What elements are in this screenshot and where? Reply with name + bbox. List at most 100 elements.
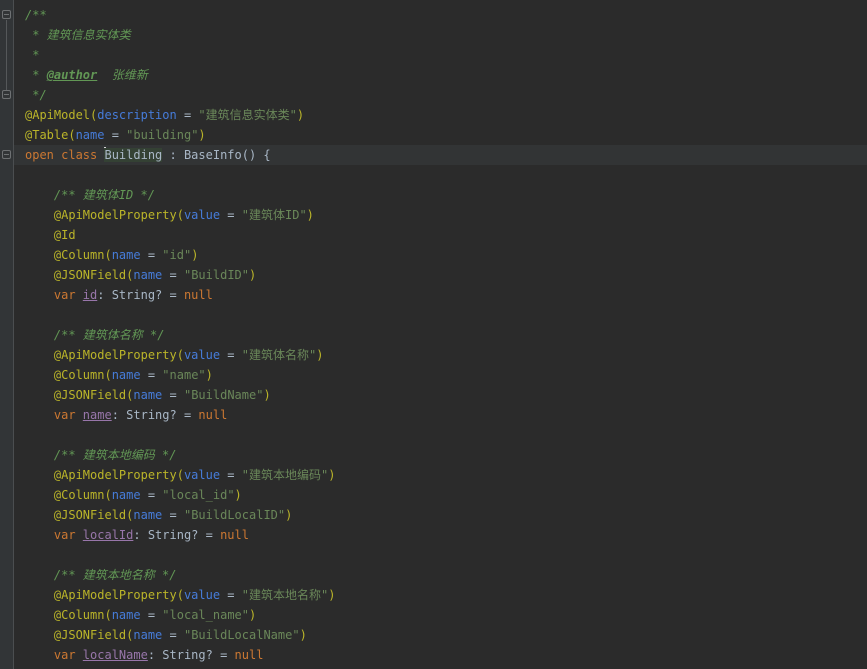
code-line[interactable]: var id: String? = null xyxy=(14,285,867,305)
code-line[interactable] xyxy=(14,305,867,325)
code-line[interactable]: @Table(name = "building") xyxy=(14,125,867,145)
code-line[interactable]: /** 建筑体ID */ xyxy=(14,185,867,205)
code-line[interactable]: @Column(name = "local_name") xyxy=(14,605,867,625)
code-token-plain: = xyxy=(162,268,184,282)
code-token-ann: ) xyxy=(206,368,213,382)
code-line[interactable]: var localName: String? = null xyxy=(14,645,867,665)
code-token-named: name xyxy=(112,248,141,262)
code-line[interactable]: @JSONField(name = "BuildLocalID") xyxy=(14,505,867,525)
code-line[interactable]: @Column(name = "id") xyxy=(14,245,867,265)
code-token-named: name xyxy=(133,508,162,522)
code-line[interactable]: /** 建筑本地编码 */ xyxy=(14,445,867,465)
code-token-named: name xyxy=(112,608,141,622)
fold-region-end-icon[interactable] xyxy=(2,90,11,99)
code-token-kw: null xyxy=(220,528,249,542)
code-token-kw: var xyxy=(25,288,83,302)
code-token-ann: @ApiModelProperty( xyxy=(25,208,184,222)
code-line[interactable]: @JSONField(name = "BuildLocalName") xyxy=(14,625,867,645)
code-line[interactable]: @ApiModelProperty(value = "建筑体名称") xyxy=(14,345,867,365)
code-token-kw: open class xyxy=(25,148,104,162)
code-token-cmt: /** 建筑本地编码 */ xyxy=(25,448,176,462)
code-token-ann: @Column( xyxy=(25,608,112,622)
code-token-cmt: */ xyxy=(25,88,47,102)
code-token-cmt: * 建筑信息实体类 xyxy=(25,28,131,42)
code-token-prop: localName xyxy=(83,648,148,662)
code-line[interactable]: /** 建筑本地名称 */ xyxy=(14,565,867,585)
code-line[interactable] xyxy=(14,165,867,185)
code-line[interactable]: /** 建筑体名称 */ xyxy=(14,325,867,345)
code-line[interactable]: var name: String? = null xyxy=(14,405,867,425)
code-token-ann: @Column( xyxy=(25,248,112,262)
code-token-ann: ) xyxy=(328,468,335,482)
code-token-named: name xyxy=(112,488,141,502)
code-token-kw: var xyxy=(25,528,83,542)
code-line[interactable]: @ApiModelProperty(value = "建筑本地名称") xyxy=(14,585,867,605)
code-line[interactable]: * 建筑信息实体类 xyxy=(14,25,867,45)
code-line[interactable]: */ xyxy=(14,85,867,105)
code-token-plain: : String? = xyxy=(148,648,235,662)
code-token-cmt: /** 建筑体名称 */ xyxy=(25,328,164,342)
code-token-ann: @ApiModel( xyxy=(25,108,97,122)
code-token-plain: = xyxy=(162,388,184,402)
code-token-named: value xyxy=(184,348,220,362)
code-token-kw: var xyxy=(25,408,83,422)
fold-collapse-icon[interactable] xyxy=(2,10,11,19)
code-token-named: name xyxy=(112,368,141,382)
code-line[interactable]: @Id xyxy=(14,225,867,245)
code-line[interactable] xyxy=(14,545,867,565)
code-token-named: name xyxy=(133,268,162,282)
code-line[interactable]: @ApiModelProperty(value = "建筑体ID") xyxy=(14,205,867,225)
code-token-ann: ) xyxy=(307,208,314,222)
code-line[interactable]: @Column(name = "name") xyxy=(14,365,867,385)
code-token-kw: null xyxy=(198,408,227,422)
code-token-cmt: /** 建筑本地名称 */ xyxy=(25,568,176,582)
code-token-ann: ) xyxy=(316,348,323,362)
code-token-str: "name" xyxy=(162,368,205,382)
code-token-str: "建筑本地编码" xyxy=(242,468,328,482)
code-token-cmt: /** xyxy=(25,8,47,22)
code-token-ann: @Id xyxy=(25,228,76,242)
code-token-plain: = xyxy=(141,488,163,502)
code-token-ann: @JSONField( xyxy=(25,268,133,282)
code-token-ann: @ApiModelProperty( xyxy=(25,468,184,482)
code-token-doctag: @author xyxy=(47,68,98,82)
code-token-prop: id xyxy=(83,288,97,302)
code-line[interactable]: @ApiModelProperty(value = "建筑本地编码") xyxy=(14,465,867,485)
fold-connector-line xyxy=(6,20,7,90)
code-token-str: "BuildLocalName" xyxy=(184,628,300,642)
code-token-hl: Building xyxy=(104,148,162,162)
code-token-str: "建筑本地名称" xyxy=(242,588,328,602)
code-token-cmt: * xyxy=(25,68,47,82)
code-token-plain: : String? = xyxy=(133,528,220,542)
code-token-plain: : BaseInfo() { xyxy=(162,148,270,162)
code-token-str: "建筑信息实体类" xyxy=(198,108,296,122)
code-line[interactable]: * xyxy=(14,45,867,65)
code-token-ann: @JSONField( xyxy=(25,628,133,642)
code-line[interactable]: * @author 张维新 xyxy=(14,65,867,85)
code-line[interactable]: var localId: String? = null xyxy=(14,525,867,545)
code-token-ann: @JSONField( xyxy=(25,388,133,402)
code-token-ann: @JSONField( xyxy=(25,508,133,522)
code-line[interactable]: @JSONField(name = "BuildName") xyxy=(14,385,867,405)
code-token-ann: ) xyxy=(191,248,198,262)
code-line[interactable] xyxy=(14,425,867,445)
code-line[interactable]: @JSONField(name = "BuildID") xyxy=(14,265,867,285)
code-line-active[interactable]: open class Building : BaseInfo() { xyxy=(14,145,867,165)
code-token-ann: ) xyxy=(198,128,205,142)
code-line[interactable]: @ApiModel(description = "建筑信息实体类") xyxy=(14,105,867,125)
code-token-str: "BuildLocalID" xyxy=(184,508,285,522)
code-token-plain: = xyxy=(104,128,126,142)
code-token-named: name xyxy=(133,628,162,642)
code-line[interactable]: @Column(name = "local_id") xyxy=(14,485,867,505)
code-token-ann: ) xyxy=(328,588,335,602)
fold-collapse-icon[interactable] xyxy=(2,150,11,159)
code-token-str: "建筑体名称" xyxy=(242,348,316,362)
code-token-ann: @ApiModelProperty( xyxy=(25,348,184,362)
code-line[interactable]: /** xyxy=(14,5,867,25)
code-token-named: value xyxy=(184,588,220,602)
code-token-str: "local_name" xyxy=(162,608,249,622)
code-token-str: "building" xyxy=(126,128,198,142)
code-token-ann: ) xyxy=(235,488,242,502)
code-token-ann: @Column( xyxy=(25,368,112,382)
code-token-plain: = xyxy=(141,368,163,382)
